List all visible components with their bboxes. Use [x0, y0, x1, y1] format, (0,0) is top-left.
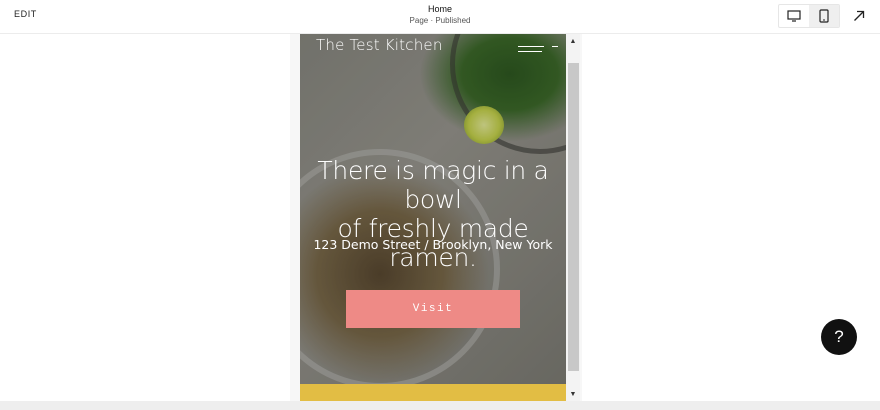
- help-button[interactable]: ?: [821, 319, 857, 355]
- scroll-thumb[interactable]: [568, 63, 579, 371]
- menu-icon[interactable]: [518, 40, 558, 54]
- desktop-icon: [787, 10, 801, 22]
- editor-top-bar: EDIT Home Page · Published: [0, 0, 880, 34]
- site-title[interactable]: The Test Kitchen: [316, 36, 443, 54]
- preview-scrollbar[interactable]: ▲ ▼: [566, 34, 580, 401]
- hero-headline: There is magic in a bowl of freshly made…: [300, 156, 566, 272]
- mobile-view-button[interactable]: [809, 5, 839, 27]
- arrow-up-right-icon: [854, 10, 865, 21]
- desktop-view-button[interactable]: [779, 5, 809, 27]
- hero-address: 123 Demo Street / Brooklyn, New York: [313, 237, 553, 252]
- next-section-band: [300, 384, 566, 401]
- hero-headline-line-1: There is magic in a bowl: [317, 156, 549, 214]
- scroll-up-arrow-icon[interactable]: ▲: [566, 34, 580, 48]
- bottom-strip: [0, 401, 880, 410]
- visit-button[interactable]: Visit: [346, 290, 520, 328]
- page-title: Home: [427, 4, 452, 14]
- scroll-down-arrow-icon[interactable]: ▼: [566, 387, 580, 401]
- mobile-preview: The Test Kitchen There is magic in a bow…: [300, 34, 566, 401]
- mobile-icon: [819, 9, 829, 23]
- device-toggle: [778, 4, 840, 28]
- open-site-button[interactable]: [848, 6, 870, 26]
- page-status: Page · Published: [409, 16, 471, 25]
- page-info: Home Page · Published: [0, 4, 880, 26]
